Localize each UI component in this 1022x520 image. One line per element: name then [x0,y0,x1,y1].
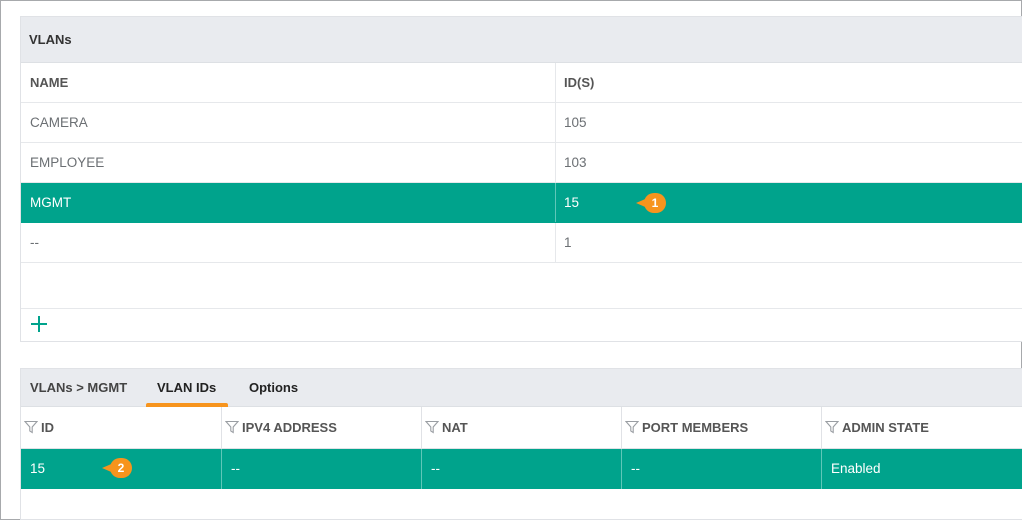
column-header-label: ID [41,420,54,435]
vlan-ids-cell: 15 [564,195,580,210]
vlan-ids-cell: 103 [564,155,587,170]
port-members-cell: -- [621,449,821,489]
vlan-name-cell: -- [30,235,39,250]
column-header-ipv4[interactable]: IPV4 ADDRESS [221,407,421,448]
vlans-panel-header: VLANs [21,17,1022,63]
column-header-label: PORT MEMBERS [642,420,749,435]
column-divider [555,183,556,222]
vlans-table-header: NAME ID(S) [21,63,1022,103]
column-divider [555,63,556,102]
filter-icon[interactable] [625,420,639,434]
column-header-label: IPV4 ADDRESS [242,420,337,435]
column-header-label: ADMIN STATE [842,420,929,435]
callout-number: 2 [117,461,125,475]
nat-cell: -- [421,449,621,489]
vlans-panel: VLANs NAME ID(S) CAMERA 105 EMPLOYEE 103… [20,16,1022,342]
column-divider [555,143,556,182]
filter-icon[interactable] [225,420,239,434]
table-row-selected[interactable]: 15 -- -- -- Enabled [21,449,1022,489]
column-header-id[interactable]: ID [21,407,221,448]
vlan-name-cell: CAMERA [30,115,88,130]
vlan-detail-panel: VLANs > MGMT VLAN IDs Options ID IPV4 AD… [20,368,1022,520]
column-header-port-members[interactable]: PORT MEMBERS [621,407,821,448]
filter-icon[interactable] [425,420,439,434]
table-row[interactable]: EMPLOYEE 103 [21,143,1022,183]
vlan-ids-cell: 105 [564,115,587,130]
callout-number: 1 [651,196,659,210]
column-header-ids[interactable]: ID(S) [564,63,594,102]
column-divider [555,223,556,262]
vlan-ids-cell: 1 [564,235,572,250]
column-divider [555,103,556,142]
tab-options[interactable]: Options [249,380,298,395]
detail-panel-header: VLANs > MGMT VLAN IDs Options [21,369,1022,407]
vlans-panel-title: VLANs [29,32,72,47]
column-header-name[interactable]: NAME [30,63,68,102]
filter-icon[interactable] [24,420,38,434]
vlan-name-cell: EMPLOYEE [30,155,105,170]
table-row[interactable]: CAMERA 105 [21,103,1022,143]
column-header-label: NAT [442,420,468,435]
table-row-selected[interactable]: MGMT 15 [21,183,1022,223]
vlan-ids-table-header: ID IPV4 ADDRESS NAT PORT MEMBERS ADMIN S… [21,407,1022,449]
table-row[interactable]: -- 1 [21,223,1022,263]
admin-state-cell: Enabled [821,449,1022,489]
empty-row [21,263,1022,309]
column-header-admin-state[interactable]: ADMIN STATE [821,407,1022,448]
callout-badge: 1 [636,193,666,213]
breadcrumb[interactable]: VLANs > MGMT [30,380,127,395]
ipv4-address-cell: -- [221,449,421,489]
callout-badge: 2 [102,458,132,478]
vlan-name-cell: MGMT [30,195,72,210]
filter-icon[interactable] [825,420,839,434]
column-header-nat[interactable]: NAT [421,407,621,448]
plus-icon[interactable] [29,314,49,334]
tab-vlan-ids[interactable]: VLAN IDs [157,380,216,395]
